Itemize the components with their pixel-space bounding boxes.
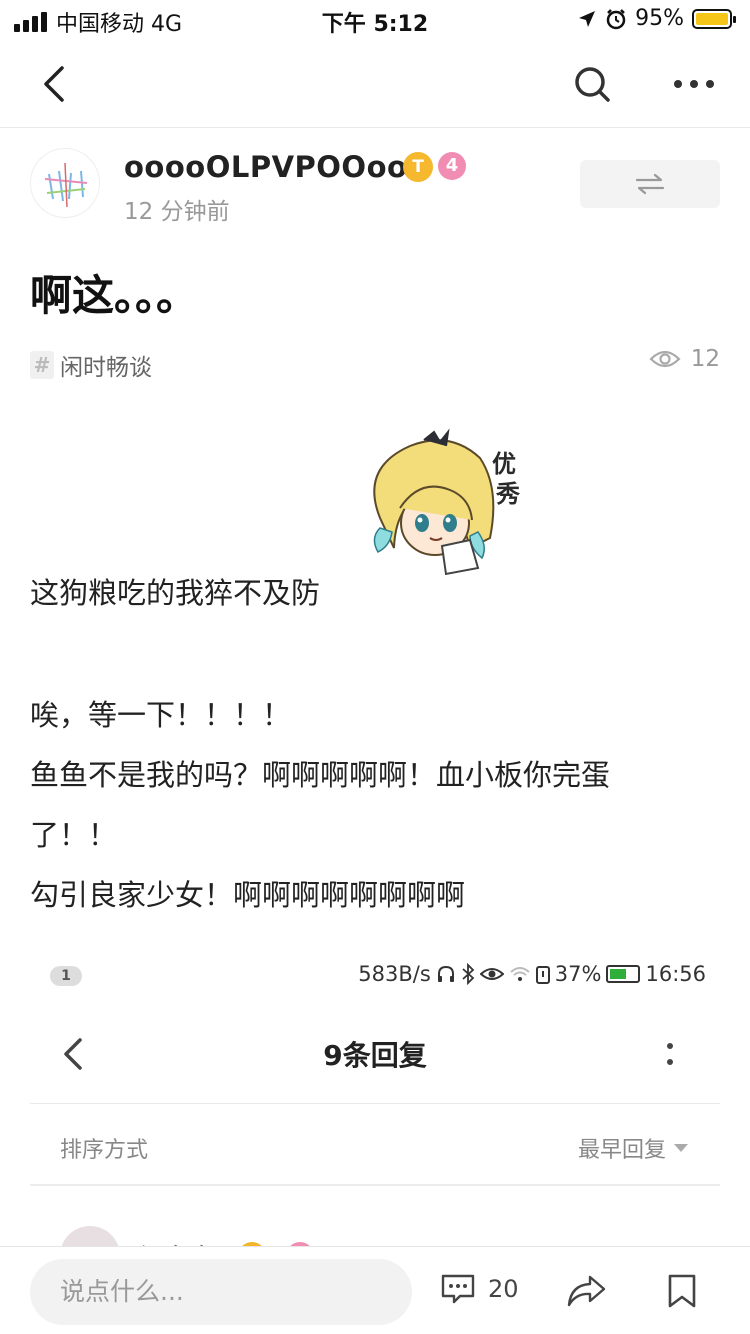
- view-count: 12: [649, 346, 720, 372]
- alarm-icon: [606, 8, 626, 29]
- nav-bar: [0, 40, 750, 128]
- comment-input[interactable]: 说点什么...: [30, 1259, 412, 1325]
- battery-icon: [692, 8, 736, 29]
- anime-girl-sticker: 优 秀: [373, 428, 520, 576]
- swap-icon: [635, 173, 665, 195]
- post-line-5: 勾引良家少女！啊啊啊啊啊啊啊啊: [30, 878, 466, 912]
- post-time: 12 分钟前: [124, 199, 230, 225]
- embedded-reply-name: 渴鱼鱼: [140, 1238, 218, 1247]
- title-badge: T: [403, 152, 433, 182]
- post-title: 啊这。。。: [30, 271, 199, 320]
- post-line-2: 唉，等一下！！！！: [30, 698, 292, 732]
- embedded-title: 9条回复: [323, 1039, 427, 1072]
- comment-button[interactable]: 20: [440, 1273, 519, 1305]
- battery-saver-icon: [535, 966, 550, 984]
- location-icon: [579, 10, 596, 27]
- bottom-bar: 说点什么... 20: [0, 1246, 750, 1334]
- embedded-status-bar: 1 583B/s 37% 16:56: [30, 950, 720, 1000]
- status-right: 95%: [577, 6, 736, 31]
- author-name[interactable]: ooooOLPVPOOooo: [124, 150, 428, 184]
- embedded-sort-label: 排序方式: [60, 1138, 149, 1163]
- comment-count: 20: [488, 1275, 519, 1303]
- wifi-icon: [510, 967, 530, 981]
- post-line-1: 这狗粮吃的我猝不及防: [30, 576, 321, 610]
- svg-text:优: 优: [492, 450, 516, 478]
- embedded-header: 9条回复: [30, 1010, 720, 1104]
- status-bar: 中国移动 4G 下午 5:12 95%: [0, 0, 750, 40]
- embedded-reply-avatar: [60, 1226, 120, 1246]
- embedded-more-icon: [667, 1043, 673, 1065]
- eye-icon: [649, 350, 681, 368]
- embedded-screenshot[interactable]: 1 583B/s 37% 16:56 9条回复 排序方式 最早回复 渴鱼鱼 4: [30, 950, 720, 1246]
- back-icon[interactable]: [34, 62, 78, 106]
- eye-care-icon: [479, 968, 504, 980]
- headphones-icon: [437, 965, 454, 982]
- embedded-reply-item: 渴鱼鱼 4: [60, 1226, 315, 1247]
- embedded-sort-row: 排序方式 最早回复: [30, 1104, 720, 1186]
- embedded-notification-pill: 1: [50, 966, 82, 986]
- embedded-sort-value: 最早回复: [578, 1132, 688, 1164]
- svg-text:秀: 秀: [495, 480, 520, 508]
- post-line-3: 鱼鱼不是我的吗？啊啊啊啊啊！血小板你完蛋: [30, 758, 611, 792]
- embedded-net-speed: 583B/s: [358, 962, 431, 986]
- comment-icon: [441, 1274, 475, 1304]
- embedded-status-right: 583B/s 37% 16:56: [358, 962, 706, 986]
- embedded-time: 16:56: [645, 962, 706, 986]
- bluetooth-icon: [462, 963, 475, 985]
- search-icon[interactable]: [570, 62, 614, 106]
- battery-percent: 95%: [635, 6, 684, 31]
- embedded-sort-value-text: 最早回复: [577, 1138, 666, 1163]
- more-icon[interactable]: [670, 62, 718, 106]
- share-icon[interactable]: [566, 1273, 606, 1309]
- tag-label: 闲时畅谈: [60, 355, 152, 381]
- caret-down-icon: [674, 1144, 688, 1152]
- post-tag[interactable]: # 闲时畅谈: [30, 348, 152, 382]
- author-avatar[interactable]: [30, 148, 100, 218]
- view-count-value: 12: [690, 346, 720, 372]
- level-badge: 4: [438, 152, 466, 180]
- post-line-4: 了！！: [30, 818, 118, 852]
- embedded-battery-icon: [606, 965, 641, 983]
- hashtag-icon: #: [30, 351, 54, 379]
- bookmark-icon[interactable]: [666, 1273, 698, 1309]
- switch-button[interactable]: [580, 160, 720, 208]
- embedded-battery-percent: 37%: [554, 962, 602, 986]
